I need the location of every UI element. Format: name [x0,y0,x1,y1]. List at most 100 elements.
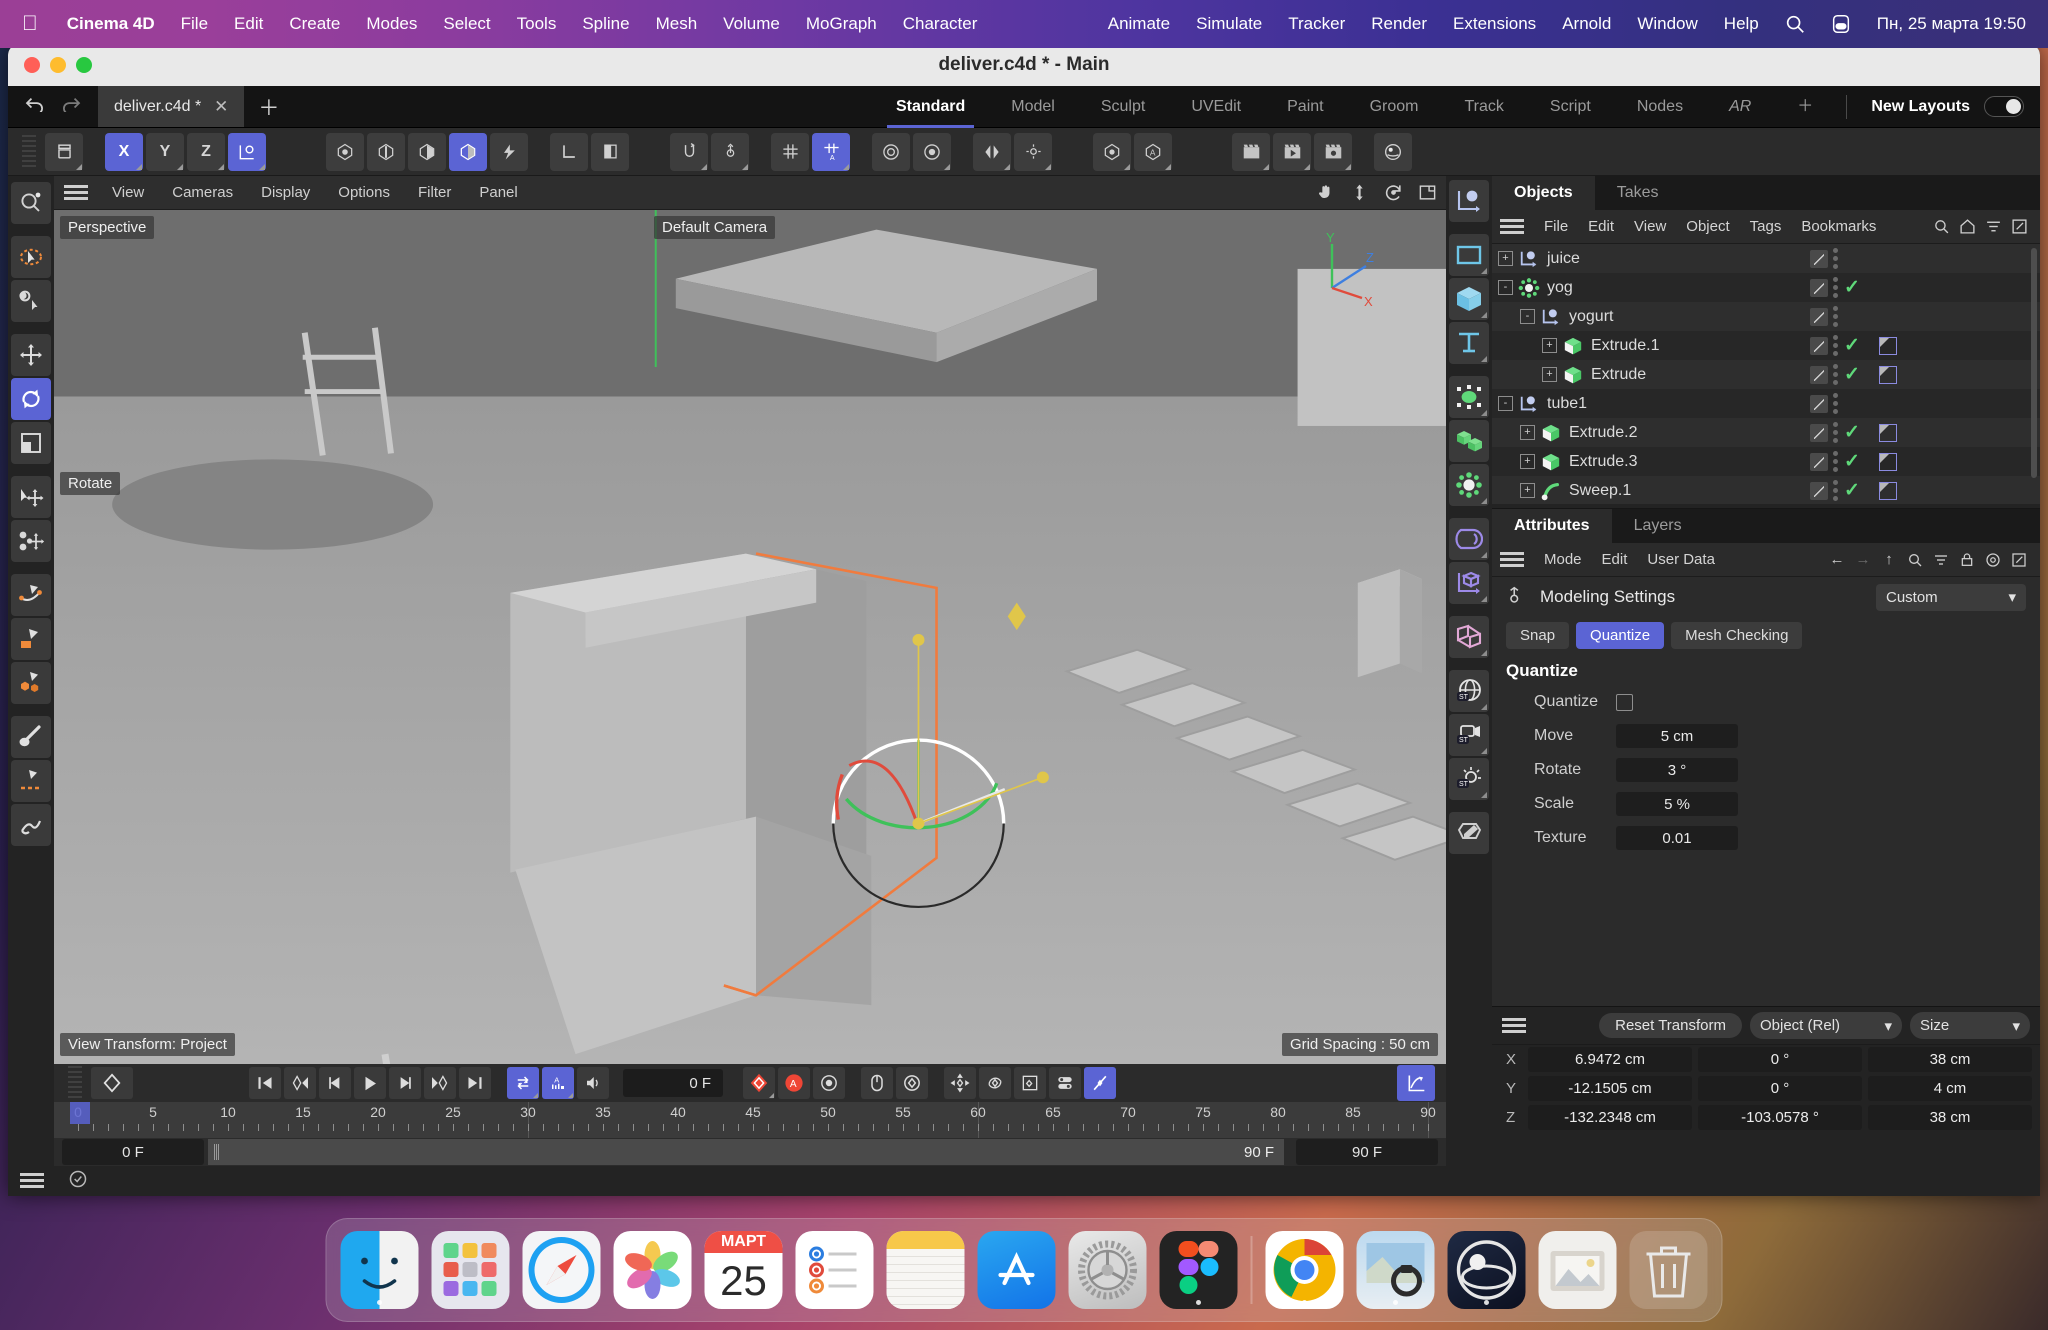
expander-toggle[interactable]: + [1520,483,1535,498]
viewmenu-filter[interactable]: Filter [404,184,465,201]
subdivision-surface-icon[interactable] [1449,464,1489,506]
menu-item-simulate[interactable]: Simulate [1183,0,1275,48]
symmetry-icon[interactable] [973,133,1011,171]
position-x-input[interactable]: 6.9472 cm [1528,1047,1692,1072]
object-row[interactable]: -tube1 [1492,389,2040,418]
viewmenu-panel[interactable]: Panel [465,184,531,201]
attr-menu-edit[interactable]: Edit [1592,551,1638,568]
edit-tag-icon[interactable] [1810,366,1828,384]
om-menu-object[interactable]: Object [1676,218,1739,235]
layout-tab-uvedit[interactable]: UVEdit [1168,86,1264,128]
poly-brush-icon[interactable] [11,662,51,704]
snap-enable-icon[interactable] [670,133,708,171]
axis-x-lock-icon[interactable]: X [105,133,143,171]
scale-input[interactable]: 5 % [1616,792,1738,816]
cloth-surface-icon[interactable] [1449,616,1489,658]
control-center-icon[interactable] [1818,13,1864,35]
status-ok-icon[interactable] [68,1169,88,1194]
edit-tag-icon[interactable] [1810,308,1828,326]
menu-clock[interactable]: Пн, 25 марта 19:50 [1864,0,2048,48]
polygon-pen-icon[interactable] [11,618,51,660]
om-menu-file[interactable]: File [1534,218,1578,235]
knife-tool-icon[interactable] [11,760,51,802]
modeling-settings-icon[interactable] [1014,133,1052,171]
subtab-mesh-checking[interactable]: Mesh Checking [1671,622,1802,649]
rotation-h-input[interactable]: 0 ° [1698,1047,1862,1072]
viewmenu-cameras[interactable]: Cameras [158,184,247,201]
deformer-axis-icon[interactable] [1449,562,1489,604]
scale-tool-icon[interactable] [11,422,51,464]
expander-toggle[interactable]: + [1542,367,1557,382]
texture-mode-icon[interactable] [490,133,528,171]
quantize-icon[interactable]: A [812,133,850,171]
edge-mode-icon[interactable] [367,133,405,171]
edit-tag-icon[interactable] [1810,395,1828,413]
rotation-p-input[interactable]: 0 ° [1698,1076,1862,1101]
loop-icon[interactable] [507,1067,539,1099]
play-icon[interactable] [354,1067,386,1099]
object-tags[interactable]: ✓ [1810,451,1897,472]
object-tags[interactable]: ✓ [1810,335,1897,356]
timeline-ruler[interactable]: 051015202530354045505560657075808590 [54,1102,1446,1138]
rotate-tool-icon[interactable] [11,378,51,420]
home-icon[interactable] [1954,215,1980,239]
undo-redo-stack-icon[interactable] [45,133,83,171]
visibility-dots-icon[interactable] [1833,335,1839,356]
size-mode-dropdown[interactable]: Size ▾ [1910,1012,2030,1039]
auto-key-icon[interactable]: A [542,1067,574,1099]
object-tags[interactable]: ✓ [1810,364,1897,385]
spline-pen-icon[interactable] [11,574,51,616]
object-tags[interactable]: ✓ [1810,480,1897,501]
om-menu-bookmarks[interactable]: Bookmarks [1791,218,1886,235]
menu-item-window[interactable]: Window [1624,0,1710,48]
position-y-input[interactable]: -12.1505 cm [1528,1076,1692,1101]
grid-snap-icon[interactable] [771,133,809,171]
expander-toggle[interactable]: + [1520,425,1535,440]
sound-icon[interactable] [577,1067,609,1099]
timeline-grip[interactable] [68,1066,82,1100]
edit-tag-icon[interactable] [1810,424,1828,442]
dock-app-system-settings[interactable] [1069,1231,1147,1309]
object-row[interactable]: -yog✓ [1492,273,2040,302]
object-tags[interactable] [1810,248,1858,269]
param-key-icon[interactable] [1049,1067,1081,1099]
enabled-check-icon[interactable]: ✓ [1844,278,1860,297]
search-icon[interactable] [1928,215,1954,239]
object-tags[interactable] [1810,306,1858,327]
tab-takes[interactable]: Takes [1595,176,1681,210]
timeline-range-bar[interactable]: 90 F [208,1139,1284,1165]
visibility-dots-icon[interactable] [1833,451,1839,472]
text-spline-icon[interactable] [1449,322,1489,364]
next-frame-icon[interactable] [389,1067,421,1099]
hamburger-icon[interactable] [1502,1018,1526,1034]
preset-dropdown[interactable]: Custom ▾ [1876,584,2026,611]
render-view-icon[interactable] [872,133,910,171]
menu-item-arnold[interactable]: Arnold [1549,0,1624,48]
visibility-dots-icon[interactable] [1833,393,1839,414]
object-row[interactable]: +juice [1492,244,2040,273]
spline-rectangle-icon[interactable] [1449,234,1489,276]
object-row[interactable]: -yogurt [1492,302,2040,331]
edit-tag-icon[interactable] [1810,453,1828,471]
close-icon[interactable]: ✕ [214,97,228,117]
dock-app-photos[interactable] [614,1231,692,1309]
menu-item-help[interactable]: Help [1711,0,1772,48]
up-arrow-icon[interactable]: ↑ [1876,548,1902,572]
add-layout-icon[interactable]: ＋ [1774,86,1836,128]
menu-item-extensions[interactable]: Extensions [1440,0,1549,48]
size-y-input[interactable]: 4 cm [1868,1076,2032,1101]
layout-tab-sculpt[interactable]: Sculpt [1078,86,1168,128]
go-to-start-icon[interactable] [249,1067,281,1099]
quantize-checkbox[interactable] [1616,694,1633,711]
reset-transform-button[interactable]: Reset Transform [1599,1013,1742,1038]
layout-tab-model[interactable]: Model [988,86,1078,128]
menu-item-spline[interactable]: Spline [569,0,642,48]
menu-item-file[interactable]: File [168,0,221,48]
magnify-tool-icon[interactable] [11,182,51,224]
tab-objects[interactable]: Objects [1492,176,1595,210]
object-tags[interactable]: ✓ [1810,422,1897,443]
render-settings-icon[interactable] [913,133,951,171]
enabled-check-icon[interactable]: ✓ [1844,336,1860,355]
object-list[interactable]: +juice-yog✓-yogurt+Extrude.1✓+Extrude✓-t… [1492,244,2040,504]
null-object-icon[interactable] [1449,180,1489,222]
